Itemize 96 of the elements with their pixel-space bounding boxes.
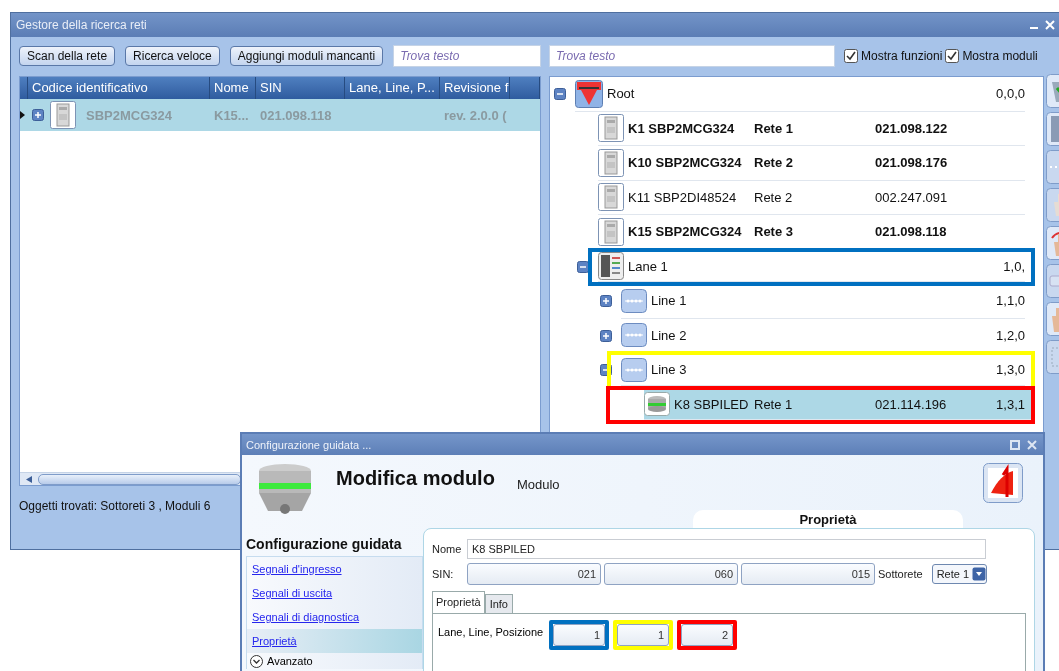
subnet-dropdown[interactable]: Rete 1: [931, 564, 988, 584]
expand-icon[interactable]: [32, 109, 44, 121]
item-label: Line 3: [651, 362, 687, 378]
position-label: 1,1,0: [996, 293, 1025, 309]
dialog-heading: Modifica modulo: [336, 467, 495, 490]
sin-label: 021.098.176: [875, 155, 949, 171]
module-icon: [598, 183, 624, 212]
checkbox-label[interactable]: Mostra funzioni: [861, 49, 943, 63]
position-field[interactable]: 2: [681, 624, 734, 646]
expand-icon[interactable]: [600, 295, 612, 308]
position-label: 1,0,: [1003, 258, 1025, 274]
sidebar-link[interactable]: Segnali di uscita: [247, 581, 422, 605]
position-field[interactable]: 1: [617, 624, 670, 646]
collapse-icon[interactable]: [554, 88, 566, 101]
table-cell-text: SBP2MCG324: [85, 107, 172, 123]
field-label: Nome: [432, 543, 463, 555]
item-label: Root: [607, 86, 635, 102]
chevron-circle-icon[interactable]: [250, 654, 263, 668]
dialog-subtitle: Modulo: [516, 477, 560, 492]
sensor-icon: [644, 392, 670, 417]
module-icon: [598, 114, 624, 143]
checkbox[interactable]: [844, 49, 858, 63]
network-label: Rete 1: [754, 396, 794, 412]
sidebar-link[interactable]: Proprietà: [247, 629, 422, 653]
tree-item[interactable]: K15 SBP2MCG324 Rete 3 021.098.118: [598, 215, 1025, 250]
window-title: Gestore della ricerca reti: [16, 18, 147, 32]
tab[interactable]: Info: [484, 594, 513, 613]
section-tab[interactable]: Proprietà: [693, 510, 963, 528]
sin-label: 021.098.118: [875, 224, 948, 240]
toolbar-button[interactable]: Scan della rete: [19, 46, 116, 66]
module-icon: [598, 148, 624, 177]
logo-icon: [575, 79, 603, 108]
scroll-left-icon: [26, 475, 32, 483]
position-label: 1,3,1: [996, 396, 1025, 412]
item-label: K1 SBP2MCG324: [628, 120, 735, 136]
table-cell-text: rev. 2.0.0 (: [443, 107, 508, 123]
toolbar-button[interactable]: Ricerca veloce: [125, 46, 220, 66]
item-label: K11 SBP2DI48524: [628, 189, 737, 205]
tree-item[interactable]: K8 SBPILED Rete 1 021.114.196 1,3,1: [644, 389, 1031, 420]
sin-label: 021.098.122: [875, 120, 949, 136]
status-text: Oggetti trovati: Sottoreti 3 , Moduli 6: [19, 499, 212, 513]
sidebar-link[interactable]: Segnali d'ingresso: [247, 557, 422, 581]
tree-item[interactable]: Root 0,0,0: [575, 77, 1025, 112]
sin-field[interactable]: 021: [467, 563, 601, 585]
checkbox-label[interactable]: Mostra moduli: [962, 49, 1038, 63]
tree-item[interactable]: Line 1 1,1,0: [621, 284, 1025, 319]
tab[interactable]: Proprietà: [432, 591, 485, 613]
item-label: Line 2: [651, 327, 687, 343]
collapse-icon[interactable]: [600, 364, 612, 377]
expand-icon[interactable]: [600, 329, 612, 342]
table-cell-text: K15...: [213, 107, 250, 123]
network-label: Rete 1: [754, 120, 795, 136]
network-label: Rete 3: [754, 224, 795, 240]
pdf-icon[interactable]: [983, 463, 1023, 503]
search-field[interactable]: Trova testo: [393, 45, 541, 67]
network-label: Rete 2: [754, 155, 795, 171]
field-label: Sottorete: [878, 568, 923, 580]
collapse-icon[interactable]: [577, 260, 589, 273]
name-field[interactable]: K8 SBPILED: [467, 539, 986, 559]
sidebar-title: Configurazione guidata: [246, 536, 403, 552]
position-field[interactable]: 1: [553, 624, 606, 646]
tree-item[interactable]: Line 3 1,3,0: [621, 355, 1025, 386]
close-icon[interactable]: [1027, 439, 1037, 450]
toolbar-button[interactable]: Aggiungi moduli mancanti: [229, 46, 384, 66]
field-label: Lane, Line, Posizione: [438, 626, 544, 638]
row-pointer-icon: [20, 111, 25, 119]
item-label: K10 SBP2MCG324: [628, 155, 742, 171]
item-label: Lane 1: [628, 258, 668, 274]
network-label: Rete 2: [754, 189, 794, 205]
field-label: SIN:: [432, 568, 455, 580]
module-icon: [50, 101, 76, 129]
position-label: 0,0,0: [996, 86, 1025, 102]
sidebar-link[interactable]: Segnali di diagnostica: [247, 605, 422, 629]
maximize-icon[interactable]: [1010, 439, 1020, 450]
controller-icon: [598, 252, 624, 281]
position-label: 1,2,0: [996, 327, 1025, 343]
horizontal-scrollbar[interactable]: [20, 472, 241, 485]
tree-item[interactable]: K10 SBP2MCG324 Rete 2 021.098.176: [598, 146, 1025, 181]
window-title: Configurazione guidata ...: [246, 438, 372, 451]
checkbox[interactable]: [945, 49, 960, 63]
sin-label: 021.114.196: [875, 396, 948, 412]
table-cell-text: 021.098.118: [259, 107, 333, 123]
search-field[interactable]: Trova testo: [549, 45, 835, 67]
tree-item[interactable]: K1 SBP2MCG324 Rete 1 021.098.122: [598, 111, 1025, 146]
item-label: K15 SBP2MCG324: [628, 224, 742, 240]
tree-item[interactable]: K11 SBP2DI48524 Rete 2 002.247.091: [598, 180, 1025, 215]
item-label: Line 1: [651, 293, 687, 309]
tree-item[interactable]: Line 2 1,2,0: [621, 318, 1025, 353]
sin-field[interactable]: 015: [741, 563, 875, 585]
item-label: K8 SBPILED: [674, 396, 749, 412]
tree-item[interactable]: Lane 1 1,0,: [598, 251, 1025, 282]
position-label: 1,3,0: [996, 362, 1025, 378]
sin-field[interactable]: 060: [604, 563, 738, 585]
advanced-label[interactable]: Avanzato: [267, 655, 313, 667]
sin-label: 002.247.091: [875, 189, 949, 205]
module-icon: [598, 217, 624, 246]
